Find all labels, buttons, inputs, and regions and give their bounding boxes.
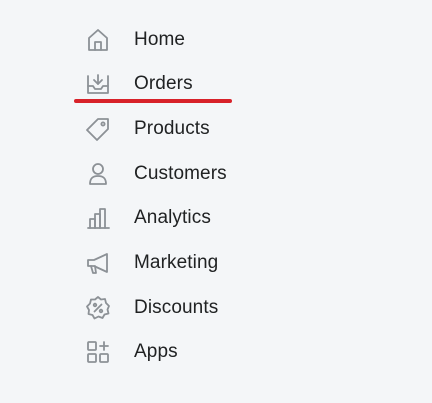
sidebar-item-products[interactable]: Products — [78, 112, 278, 146]
tag-icon — [78, 112, 118, 146]
apps-icon — [78, 335, 118, 369]
sidebar-item-label: Customers — [134, 163, 227, 184]
home-icon — [78, 23, 118, 57]
sidebar-item-home[interactable]: Home — [78, 23, 278, 57]
sidebar-item-label: Orders — [134, 73, 193, 94]
orders-icon — [78, 67, 118, 101]
bar-chart-icon — [78, 201, 118, 235]
sidebar-nav: Home Orders Products Customers Analytics… — [0, 0, 432, 403]
sidebar-item-orders[interactable]: Orders — [78, 67, 278, 101]
sidebar-item-marketing[interactable]: Marketing — [78, 246, 278, 280]
sidebar-item-label: Marketing — [134, 252, 219, 273]
active-item-underline — [74, 99, 232, 103]
sidebar-item-analytics[interactable]: Analytics — [78, 201, 278, 235]
sidebar-item-discounts[interactable]: Discounts — [78, 291, 278, 325]
discount-icon — [78, 291, 118, 325]
megaphone-icon — [78, 246, 118, 280]
sidebar-item-apps[interactable]: Apps — [78, 335, 278, 369]
sidebar-item-label: Discounts — [134, 297, 219, 318]
person-icon — [78, 157, 118, 191]
sidebar-item-label: Analytics — [134, 207, 211, 228]
sidebar-item-customers[interactable]: Customers — [78, 157, 278, 191]
sidebar-item-label: Products — [134, 118, 210, 139]
sidebar-item-label: Home — [134, 29, 186, 50]
sidebar-item-label: Apps — [134, 341, 178, 362]
